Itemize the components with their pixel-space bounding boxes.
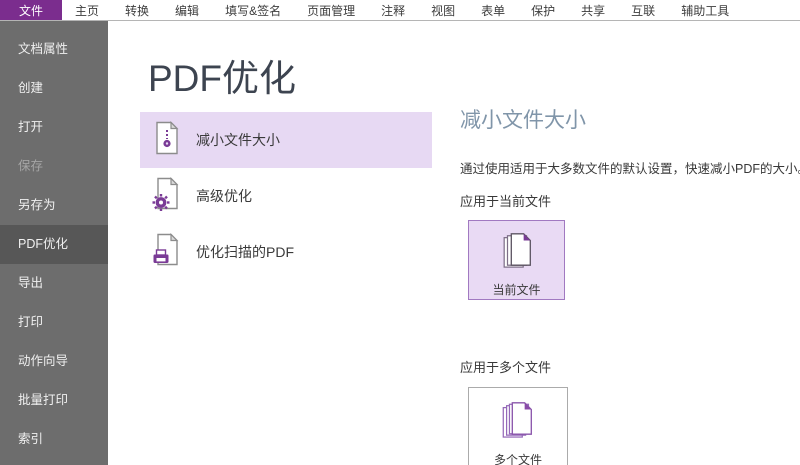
sidebar-item-export[interactable]: 导出: [0, 264, 108, 303]
option-label: 高级优化: [196, 186, 252, 206]
menu-tab-comment[interactable]: 注释: [368, 0, 418, 20]
menu-tab-edit[interactable]: 编辑: [162, 0, 212, 20]
option-reduce-file-size[interactable]: 减小文件大小: [140, 112, 432, 168]
current-file-button[interactable]: 当前文件: [468, 220, 565, 300]
sidebar-item-open[interactable]: 打开: [0, 108, 108, 147]
apply-multiple-files-label: 应用于多个文件: [460, 357, 551, 376]
sidebar-item-document-properties[interactable]: 文档属性: [0, 30, 108, 69]
sidebar-item-create[interactable]: 创建: [0, 69, 108, 108]
menu-tab-form[interactable]: 表单: [468, 0, 518, 20]
detail-description: 通过使用适用于大多数文件的默认设置，快速减小PDF的大小。: [460, 158, 800, 177]
multiple-files-button[interactable]: 多个文件: [468, 387, 568, 465]
menu-tab-fill-sign[interactable]: 填写&签名: [212, 0, 294, 20]
sidebar-item-batch-print[interactable]: 批量打印: [0, 381, 108, 420]
current-file-button-label: 当前文件: [492, 281, 540, 298]
option-optimize-scanned-pdf[interactable]: 优化扫描的PDF: [140, 224, 432, 280]
option-label: 减小文件大小: [196, 130, 280, 150]
current-file-pages-icon: [498, 231, 536, 274]
detail-heading: 减小文件大小: [460, 104, 586, 134]
menu-tab-file[interactable]: 文件: [0, 0, 62, 20]
sidebar-item-save: 保存: [0, 147, 108, 186]
menubar: 文件 主页 转换 编辑 填写&签名 页面管理 注释 视图 表单 保护 共享 互联…: [0, 0, 800, 21]
file-menu-sidebar: 文档属性 创建 打开 保存 另存为 PDF优化 导出 打印 动作向导 批量打印 …: [0, 21, 108, 465]
menu-tab-convert[interactable]: 转换: [112, 0, 162, 20]
menu-tab-share[interactable]: 共享: [568, 0, 618, 20]
sidebar-item-action-wizard[interactable]: 动作向导: [0, 342, 108, 381]
menu-tab-page-organize[interactable]: 页面管理: [294, 0, 368, 20]
sidebar-item-save-as[interactable]: 另存为: [0, 186, 108, 225]
sidebar-item-pdf-optimize[interactable]: PDF优化: [0, 225, 108, 264]
sidebar-item-index[interactable]: 索引: [0, 420, 108, 459]
document-gear-icon: [152, 177, 182, 216]
menu-tab-view[interactable]: 视图: [418, 0, 468, 20]
option-label: 优化扫描的PDF: [196, 242, 294, 262]
option-advanced-optimize[interactable]: 高级优化: [140, 168, 432, 224]
menu-tab-protect[interactable]: 保护: [518, 0, 568, 20]
menu-tab-accessibility[interactable]: 辅助工具: [668, 0, 742, 20]
multiple-files-pages-icon: [499, 400, 537, 443]
sidebar-item-print[interactable]: 打印: [0, 303, 108, 342]
document-printer-icon: [152, 233, 182, 272]
document-thermometer-icon: [152, 121, 182, 160]
optimize-option-list: 减小文件大小 高级优化: [140, 112, 432, 280]
multiple-files-button-label: 多个文件: [494, 451, 542, 465]
menu-tab-home[interactable]: 主页: [62, 0, 112, 20]
page-title: PDF优化: [148, 48, 296, 102]
menu-tab-connect[interactable]: 互联: [618, 0, 668, 20]
apply-current-file-label: 应用于当前文件: [460, 191, 551, 210]
